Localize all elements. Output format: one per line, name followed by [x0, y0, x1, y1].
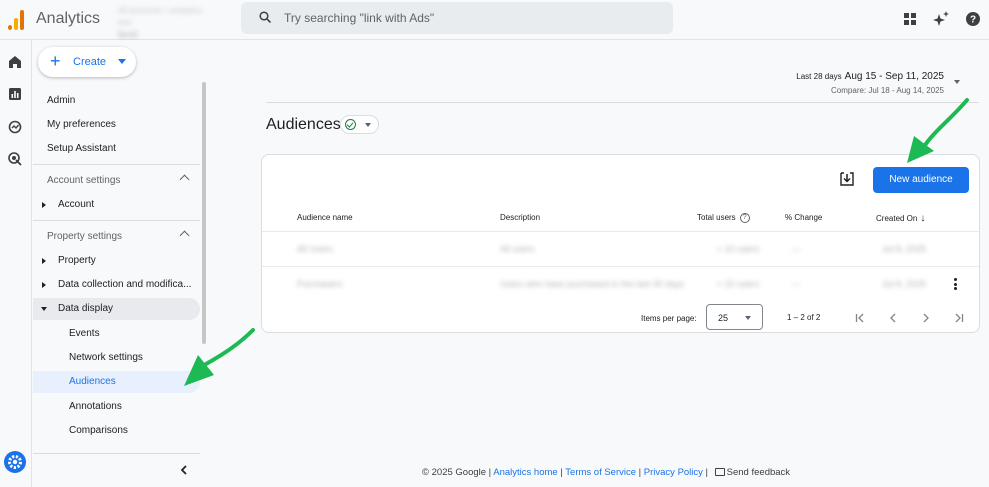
home-icon[interactable] — [8, 55, 22, 69]
sidebar-item-my-preferences[interactable]: My preferences — [33, 114, 200, 136]
date-range-label: Last 28 days — [796, 72, 842, 81]
sidebar-item-property[interactable]: Property — [33, 250, 200, 272]
sort-arrow-down-icon: ↓ — [920, 213, 926, 224]
privacy-link[interactable]: Privacy Policy — [644, 467, 703, 478]
admin-gear-icon[interactable] — [4, 451, 26, 473]
account-settings-section[interactable]: Account settings — [33, 169, 200, 193]
top-bar: Analytics All accounts > analytics-test … — [0, 0, 989, 41]
search-placeholder: Try searching "link with Ads" — [284, 11, 435, 25]
col-created-on[interactable]: Created On ↓ — [876, 213, 925, 224]
left-rail — [0, 40, 32, 487]
expand-icon — [42, 258, 46, 264]
first-page-icon[interactable] — [854, 312, 866, 324]
more-vert-icon[interactable] — [954, 277, 958, 291]
app-title: Analytics — [36, 10, 101, 27]
chevron-down-icon[interactable] — [954, 80, 960, 84]
sidebar-divider — [33, 220, 200, 221]
col-change[interactable]: % Change — [785, 213, 822, 222]
audiences-table-card: New audience Audience name Description T… — [261, 154, 980, 333]
send-feedback[interactable]: Send feedback — [711, 467, 790, 478]
sidebar-item-annotations[interactable]: Annotations — [33, 396, 200, 418]
account-selector[interactable]: All accounts > analytics-test test — [118, 5, 208, 41]
sidebar-scrollbar[interactable] — [202, 82, 206, 344]
explore-icon[interactable] — [8, 120, 22, 134]
help-icon[interactable]: ? — [965, 11, 981, 27]
last-page-icon[interactable] — [953, 312, 965, 324]
create-button[interactable]: + Create — [38, 47, 136, 77]
svg-text:?: ? — [970, 15, 976, 26]
analytics-home-link[interactable]: Analytics home — [493, 467, 557, 478]
sidebar-item-comparisons[interactable]: Comparisons — [33, 420, 200, 442]
terms-link[interactable]: Terms of Service — [565, 467, 636, 478]
sparkle-icon[interactable] — [933, 11, 949, 27]
property-settings-section[interactable]: Property settings — [33, 225, 200, 249]
date-range-value: Aug 15 - Sep 11, 2025 — [844, 71, 944, 82]
analytics-logo-icon[interactable] — [8, 10, 24, 30]
chevron-down-icon — [365, 123, 371, 127]
sidebar-divider — [33, 164, 200, 165]
previous-page-icon[interactable] — [887, 312, 899, 324]
page-title: Audiences — [266, 116, 341, 133]
help-icon[interactable]: ? — [739, 213, 750, 223]
feedback-icon — [714, 468, 725, 477]
collapse-icon — [41, 307, 47, 311]
reports-icon[interactable] — [8, 87, 22, 101]
search-icon — [259, 11, 271, 23]
sidebar-item-data-collection[interactable]: Data collection and modifica... — [33, 274, 200, 296]
sidebar-item-network-settings[interactable]: Network settings — [33, 347, 200, 369]
chevron-down-icon — [745, 316, 751, 320]
chevron-up-icon — [179, 230, 190, 241]
date-compare: Compare: Jul 18 - Aug 14, 2025 — [831, 86, 944, 95]
col-description[interactable]: Description — [500, 213, 540, 222]
date-range-picker[interactable]: Last 28 days Aug 15 - Sep 11, 2025 Compar… — [796, 71, 944, 95]
row-divider — [262, 266, 979, 267]
pagination-range: 1 – 2 of 2 — [787, 313, 821, 322]
sidebar-item-account[interactable]: Account — [33, 194, 200, 216]
collapse-sidebar-chevron-icon[interactable] — [178, 464, 190, 476]
audiences-status-chip[interactable] — [340, 115, 379, 134]
admin-sidebar: + Create Admin My preferences Setup Assi… — [33, 40, 207, 487]
apps-grid-icon[interactable] — [902, 11, 918, 27]
col-audience-name[interactable]: Audience name — [297, 213, 353, 222]
expand-icon — [42, 282, 46, 288]
account-line: All accounts > analytics-test — [118, 6, 205, 27]
plus-icon: + — [50, 51, 61, 71]
sidebar-item-audiences[interactable]: Audiences — [33, 371, 200, 393]
next-page-icon[interactable] — [920, 312, 932, 324]
col-total-users[interactable]: Total users? — [697, 213, 750, 223]
chevron-up-icon — [179, 174, 190, 185]
create-label: Create — [73, 56, 107, 68]
new-audience-button[interactable]: New audience — [873, 167, 969, 193]
footer: © 2025 Google | Analytics home | Terms o… — [422, 467, 791, 478]
search-bar[interactable]: Try searching "link with Ads" — [241, 2, 673, 34]
download-icon[interactable] — [840, 172, 854, 186]
sidebar-item-events[interactable]: Events — [33, 323, 200, 345]
chevron-down-icon — [118, 59, 126, 64]
sidebar-item-setup-assistant[interactable]: Setup Assistant — [33, 138, 200, 160]
items-per-page-label: Items per page: — [641, 314, 697, 323]
items-per-page-select[interactable]: 25 — [706, 304, 763, 330]
advertising-icon[interactable] — [8, 152, 22, 166]
header-divider — [262, 231, 979, 232]
sidebar-divider — [33, 453, 200, 454]
copyright: © 2025 Google | — [422, 467, 492, 478]
divider — [266, 102, 979, 103]
sidebar-item-admin[interactable]: Admin — [33, 90, 200, 112]
expand-icon — [42, 202, 46, 208]
sidebar-item-data-display[interactable]: Data display — [33, 298, 200, 320]
check-circle-icon — [345, 119, 356, 130]
